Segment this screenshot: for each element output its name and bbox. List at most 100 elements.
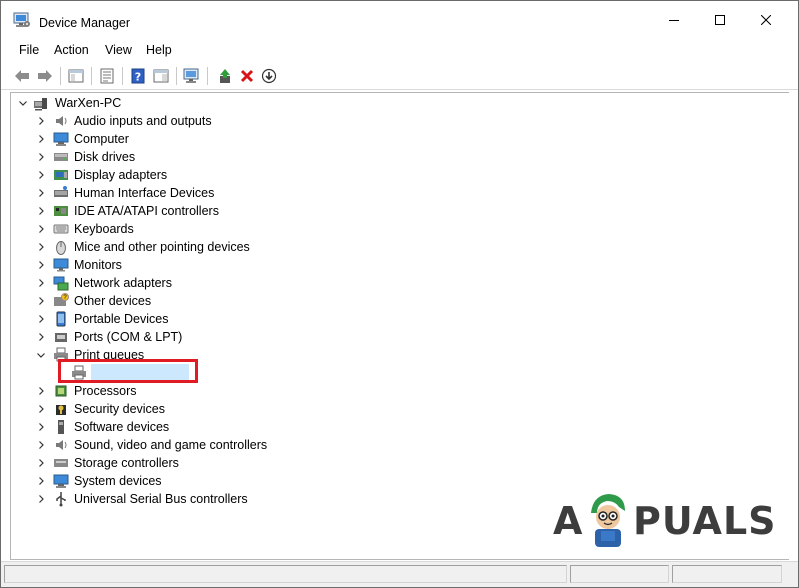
chevron-right-icon[interactable] <box>35 313 47 325</box>
uninstall-device-button[interactable] <box>237 66 257 86</box>
tree-item-label: Ports (COM & LPT) <box>74 330 183 344</box>
chevron-down-icon[interactable] <box>35 349 47 361</box>
tree-category-item[interactable]: Monitors <box>11 256 771 274</box>
appuals-watermark: A PUALS <box>553 491 776 551</box>
chevron-right-icon[interactable] <box>35 295 47 307</box>
chevron-right-icon[interactable] <box>35 151 47 163</box>
status-bar <box>1 561 798 587</box>
display-adapter-icon <box>54 170 68 180</box>
tree-category-item[interactable]: Ports (COM & LPT) <box>11 328 771 346</box>
chevron-right-icon[interactable] <box>35 205 47 217</box>
tree-root[interactable]: WarXen-PC <box>11 94 771 112</box>
tree-item-label: IDE ATA/ATAPI controllers <box>74 204 219 218</box>
minimize-button[interactable] <box>651 1 697 39</box>
chevron-right-icon[interactable] <box>35 493 47 505</box>
update-driver-button[interactable] <box>215 66 235 86</box>
port-icon <box>55 333 67 342</box>
tree-item-label: System devices <box>74 474 162 488</box>
mascot-logo-icon <box>591 494 625 547</box>
chevron-right-icon[interactable] <box>35 439 47 451</box>
keyboard-icon <box>53 224 69 234</box>
tree-category-item[interactable]: Software devices <box>11 418 771 436</box>
network-adapter-icon <box>53 276 69 291</box>
tree-item-label: Sound, video and game controllers <box>74 438 268 452</box>
chevron-right-icon[interactable] <box>35 457 47 469</box>
watermark-text-right: PUALS <box>633 499 777 543</box>
disable-device-button[interactable] <box>259 66 279 86</box>
forward-button[interactable] <box>35 66 55 86</box>
menu-view[interactable]: View <box>105 43 132 57</box>
tree-category-item[interactable]: ? Other devices <box>11 292 771 310</box>
action-pane-button[interactable] <box>151 66 171 86</box>
chevron-right-icon[interactable] <box>35 223 47 235</box>
maximize-icon <box>715 15 725 25</box>
scan-hardware-icon <box>183 68 199 83</box>
tree-category-item[interactable]: Storage controllers <box>11 454 771 472</box>
tree-item-label: Keyboards <box>74 222 134 236</box>
tree-category-item[interactable]: Display adapters <box>11 166 771 184</box>
disk-drive-icon <box>54 153 68 161</box>
tree-item-label: Human Interface Devices <box>74 186 215 200</box>
tree-item-label: Security devices <box>74 402 166 416</box>
tree-category-item[interactable]: Keyboards <box>11 220 771 238</box>
chevron-right-icon[interactable] <box>35 421 47 433</box>
chevron-right-icon[interactable] <box>35 169 47 181</box>
help-icon: ? <box>131 68 145 84</box>
tree-category-item[interactable]: Human Interface Devices <box>11 184 771 202</box>
tree-category-item[interactable]: Portable Devices <box>11 310 771 328</box>
close-button[interactable] <box>743 1 789 39</box>
chevron-down-icon[interactable] <box>17 97 29 109</box>
chevron-right-icon[interactable] <box>35 385 47 397</box>
properties-button[interactable] <box>97 66 117 86</box>
computer-icon <box>34 98 47 111</box>
red-x-icon <box>240 69 254 83</box>
chevron-right-icon[interactable] <box>35 277 47 289</box>
tree-category-item[interactable]: Disk drives <box>11 148 771 166</box>
chevron-right-icon[interactable] <box>35 259 47 271</box>
tree-category-item[interactable]: Audio inputs and outputs <box>11 112 771 130</box>
device-tree[interactable]: WarXen-PC Audio inputs and outputs Comput… <box>10 92 789 560</box>
tree-item-label: Mice and other pointing devices <box>74 240 250 254</box>
other-devices-icon: ? <box>54 293 69 306</box>
tree-item-label: Software devices <box>74 420 170 434</box>
chevron-right-icon[interactable] <box>35 331 47 343</box>
tree-item-label: Display adapters <box>74 168 168 182</box>
ide-controller-icon <box>54 206 68 216</box>
chevron-right-icon[interactable] <box>35 187 47 199</box>
scan-hardware-changes-button[interactable] <box>182 66 202 86</box>
status-segment-2 <box>570 565 669 583</box>
show-hide-console-tree-button[interactable] <box>66 66 86 86</box>
vertical-scrollbar-area <box>789 92 798 560</box>
chevron-right-icon[interactable] <box>35 133 47 145</box>
status-segment-3 <box>672 565 782 583</box>
tree-item-label: Disk drives <box>74 150 136 164</box>
chevron-right-icon[interactable] <box>35 403 47 415</box>
menu-file[interactable]: File <box>19 43 39 57</box>
watermark-text-left: A <box>553 499 584 543</box>
back-button[interactable] <box>12 66 32 86</box>
tree-category-item[interactable]: System devices <box>11 472 771 490</box>
download-circle-icon <box>261 68 277 84</box>
tree-category-item[interactable]: Processors <box>11 382 771 400</box>
tree-category-item[interactable]: Mice and other pointing devices <box>11 238 771 256</box>
svg-text:?: ? <box>135 71 141 84</box>
tree-item-label: Monitors <box>74 258 122 272</box>
back-arrow-icon <box>15 70 29 82</box>
maximize-button[interactable] <box>697 1 743 39</box>
tree-category-item[interactable]: Sound, video and game controllers <box>11 436 771 454</box>
tree-category-item[interactable]: IDE ATA/ATAPI controllers <box>11 202 771 220</box>
menu-action[interactable]: Action <box>54 43 89 57</box>
menu-help[interactable]: Help <box>146 43 172 57</box>
chevron-right-icon[interactable] <box>35 115 47 127</box>
system-device-icon <box>53 474 69 488</box>
tree-category-item[interactable]: Network adapters <box>11 274 771 292</box>
title-bar[interactable]: Device Manager <box>1 1 798 39</box>
portable-device-icon <box>56 311 66 327</box>
update-driver-icon <box>220 69 230 83</box>
computer-icon <box>53 132 69 146</box>
chevron-right-icon[interactable] <box>35 241 47 253</box>
tree-category-item[interactable]: Computer <box>11 130 771 148</box>
tree-category-item[interactable]: Security devices <box>11 400 771 418</box>
chevron-right-icon[interactable] <box>35 475 47 487</box>
help-button[interactable]: ? <box>128 66 148 86</box>
